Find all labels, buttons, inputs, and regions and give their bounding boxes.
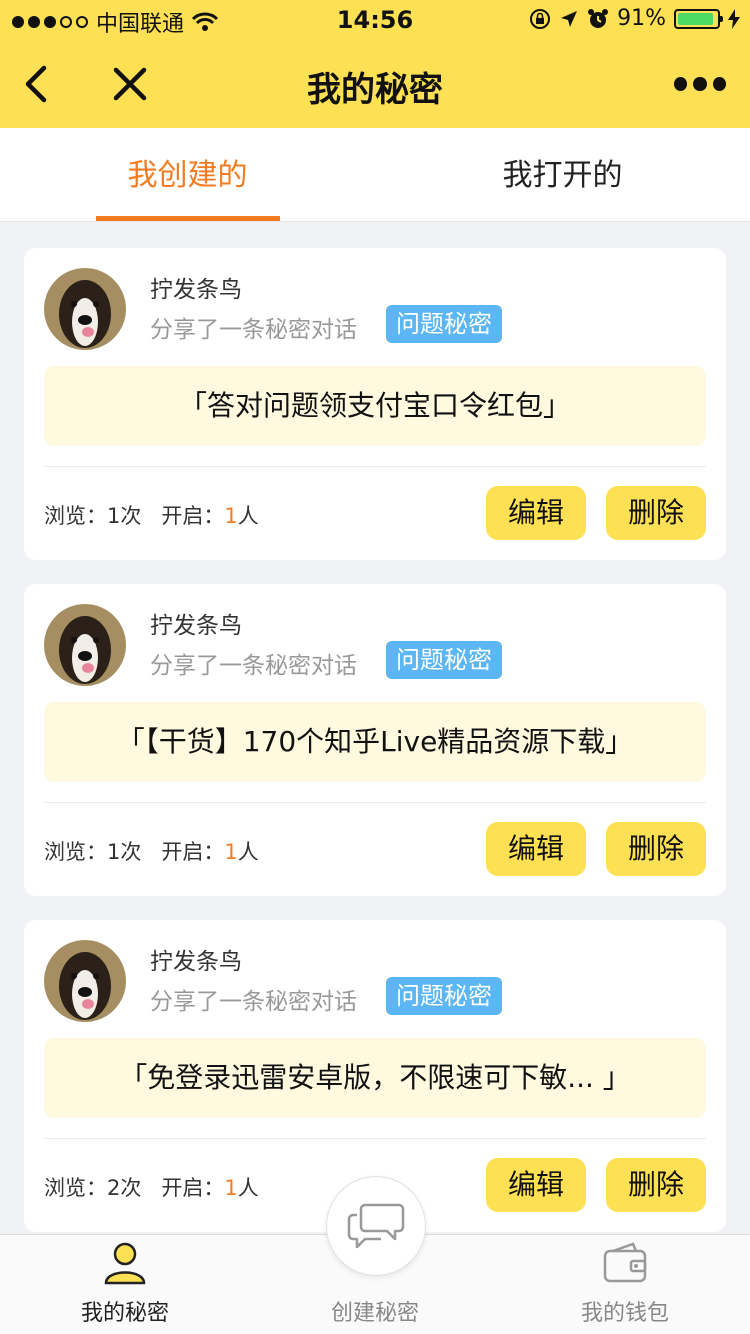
views-count: 1次: [107, 504, 142, 528]
chat-bubbles-icon: [347, 1203, 405, 1249]
opens-count: 1: [224, 504, 238, 528]
views-label: 浏览：: [44, 840, 107, 864]
share-action-text: 分享了一条秘密对话: [150, 989, 357, 1015]
views-count: 1次: [107, 840, 142, 864]
opens-unit: 人: [237, 840, 259, 864]
delete-button[interactable]: 删除: [606, 822, 706, 876]
delete-button[interactable]: 删除: [606, 1158, 706, 1212]
card-stats: 浏览：1次 开启：1人: [44, 836, 259, 866]
share-action-text: 分享了一条秘密对话: [150, 317, 357, 343]
username: 拧发条鸟: [150, 949, 242, 975]
rotation-lock-icon: [530, 8, 551, 29]
opens-unit: 人: [237, 1176, 259, 1200]
avatar: [44, 940, 126, 1022]
battery-level: [678, 12, 713, 25]
secret-type-badge: 问题秘密: [386, 641, 502, 679]
opens-label: 开启：: [161, 504, 225, 528]
alarm-icon: [588, 8, 609, 28]
battery-percent: 91%: [617, 6, 666, 31]
bottom-tab-label: 我的钱包: [580, 1301, 669, 1326]
views-count: 2次: [107, 1176, 142, 1200]
tab-created-by-me[interactable]: 我创建的: [0, 128, 375, 222]
edit-button[interactable]: 编辑: [486, 822, 586, 876]
secret-type-badge: 问题秘密: [386, 977, 502, 1015]
edit-button[interactable]: 编辑: [486, 486, 586, 540]
bottom-tab-label: 我的秘密: [80, 1301, 169, 1326]
bottom-tab-my-wallet[interactable]: 我的钱包: [500, 1235, 750, 1334]
card-stats: 浏览：2次 开启：1人: [44, 1172, 259, 1202]
divider: [44, 1138, 706, 1139]
share-action-text: 分享了一条秘密对话: [150, 653, 357, 679]
avatar: [44, 604, 126, 686]
secret-content[interactable]: 「答对问题领支付宝口令红包」: [44, 366, 706, 446]
edit-button[interactable]: 编辑: [486, 1158, 586, 1212]
top-bar: 中国联通 14:56 91% 我的秘密: [0, 0, 750, 128]
opens-label: 开启：: [161, 840, 225, 864]
opens-unit: 人: [237, 504, 259, 528]
card-stats: 浏览：1次 开启：1人: [44, 500, 259, 530]
battery-icon: [674, 8, 723, 29]
opens-label: 开启：: [161, 1176, 225, 1200]
opens-count: 1: [224, 1176, 238, 1200]
opens-count: 1: [224, 840, 238, 864]
secret-content[interactable]: 「免登录迅雷安卓版，不限速可下敏... 」: [44, 1038, 706, 1118]
navigation-bar: 我的秘密: [0, 40, 750, 128]
views-label: 浏览：: [44, 1176, 107, 1200]
delete-button[interactable]: 删除: [606, 486, 706, 540]
status-right: 91%: [529, 6, 740, 31]
location-arrow-icon: [561, 10, 578, 27]
more-options-icon[interactable]: [674, 76, 726, 92]
secret-content[interactable]: 「【干货】170个知乎Live精品资源下载」: [44, 702, 706, 782]
secret-type-badge: 问题秘密: [386, 305, 502, 343]
charging-bolt-icon: [728, 8, 740, 29]
username: 拧发条鸟: [150, 277, 242, 303]
tab-bar: 我创建的 我打开的: [0, 128, 750, 222]
secret-card: 拧发条鸟 分享了一条秘密对话 问题秘密 「【干货】170个知乎Live精品资源下…: [24, 584, 726, 896]
tab-opened-by-me[interactable]: 我打开的: [375, 128, 750, 222]
avatar: [44, 268, 126, 350]
secret-card: 拧发条鸟 分享了一条秘密对话 问题秘密 「答对问题领支付宝口令红包」 浏览：1次…: [24, 248, 726, 560]
user-icon: [104, 1242, 146, 1285]
active-tab-indicator: [96, 216, 280, 221]
bottom-tab-label: 创建秘密: [330, 1301, 419, 1326]
username: 拧发条鸟: [150, 613, 242, 639]
status-bar: 中国联通 14:56 91%: [0, 0, 750, 40]
views-label: 浏览：: [44, 504, 107, 528]
divider: [44, 466, 706, 467]
wallet-icon: [603, 1242, 647, 1283]
page-title: 我的秘密: [307, 70, 443, 110]
create-secret-button[interactable]: [326, 1176, 426, 1276]
bottom-tab-my-secrets[interactable]: 我的秘密: [0, 1235, 250, 1334]
divider: [44, 802, 706, 803]
